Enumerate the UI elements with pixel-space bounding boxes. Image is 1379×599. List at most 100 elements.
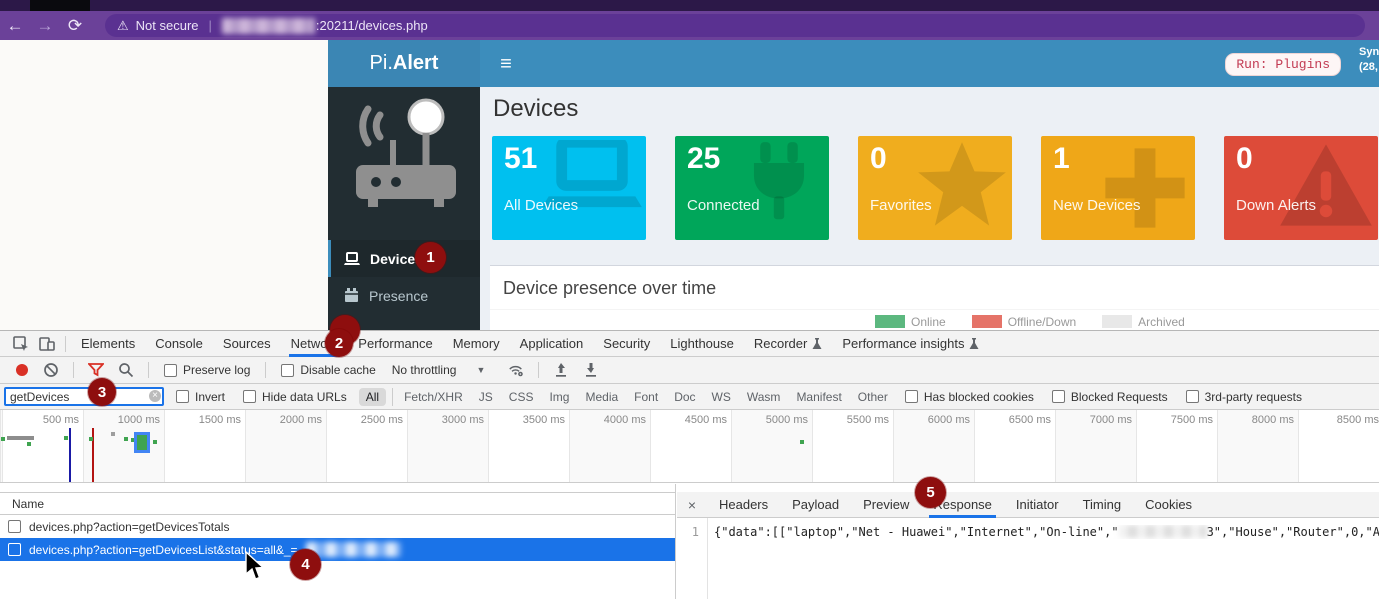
waterfall-dot	[1, 437, 5, 441]
filter-type-font[interactable]: Font	[629, 388, 663, 406]
devtools-tab-elements[interactable]: Elements	[71, 331, 145, 357]
third-party-requests-checkbox[interactable]: 3rd-party requests	[1180, 390, 1308, 404]
back-button[interactable]: ←	[0, 17, 30, 34]
filter-type-doc[interactable]: Doc	[669, 388, 700, 406]
devtools-tab-recorder[interactable]: Recorder	[744, 331, 832, 357]
checkbox[interactable]	[243, 390, 256, 403]
sidebar-toggle-icon[interactable]: ≡	[494, 53, 518, 76]
sidebar-item-label: Presence	[369, 288, 428, 304]
devtools-tab-application[interactable]: Application	[510, 331, 594, 357]
request-name-header[interactable]: Name	[0, 492, 675, 515]
legend-archived[interactable]: Archived	[1102, 315, 1185, 329]
card-favorites[interactable]: 0 Favorites	[858, 136, 1012, 240]
mouse-cursor	[244, 551, 264, 581]
filter-type-img[interactable]: Img	[544, 388, 574, 406]
request-row-devices-list[interactable]: devices.php?action=getDevicesList&status…	[0, 538, 675, 561]
network-toolbar: Preserve log Disable cache No throttling…	[0, 357, 1379, 384]
filter-type-js[interactable]: JS	[474, 388, 498, 406]
waterfall-dot	[124, 437, 128, 441]
request-name: devices.php?action=getDevicesTotals	[29, 520, 229, 534]
browser-tab[interactable]	[30, 0, 90, 11]
record-icon[interactable]	[16, 364, 28, 376]
browser-tabstrip	[0, 0, 1379, 11]
filter-type-all[interactable]: All	[359, 388, 386, 406]
filter-type-css[interactable]: CSS	[504, 388, 539, 406]
response-body[interactable]: 1 {"data":[["laptop","Net - Huawei","Int…	[677, 518, 1379, 599]
sidebar-item-devices[interactable]: Devices	[328, 240, 480, 277]
router-illustration	[338, 95, 470, 225]
checkbox[interactable]	[164, 364, 177, 377]
checkbox[interactable]	[1052, 390, 1065, 403]
import-har-icon[interactable]	[553, 362, 569, 378]
card-all-devices[interactable]: 51 All Devices	[492, 136, 646, 240]
run-plugins-button[interactable]: Run: Plugins	[1225, 53, 1341, 76]
filter-type-other[interactable]: Other	[853, 388, 893, 406]
checkbox[interactable]	[8, 520, 21, 533]
filter-input[interactable]	[4, 387, 164, 406]
forward-button[interactable]: →	[30, 17, 60, 34]
invert-checkbox[interactable]: Invert	[170, 390, 231, 404]
filter-type-ws[interactable]: WS	[707, 388, 736, 406]
filter-type-wasm[interactable]: Wasm	[742, 388, 786, 406]
checkbox[interactable]	[281, 364, 294, 377]
network-overview-timeline[interactable]: 500 ms 1000 ms 1500 ms 2000 ms 2500 ms 3…	[0, 410, 1379, 483]
close-icon[interactable]: ×	[677, 497, 707, 513]
throttling-select[interactable]: No throttling	[386, 363, 463, 377]
checkbox[interactable]	[8, 543, 21, 556]
devtools-tab-sources[interactable]: Sources	[213, 331, 281, 357]
devtools-tab-lighthouse[interactable]: Lighthouse	[660, 331, 744, 357]
card-new-devices[interactable]: 1 New Devices	[1041, 136, 1195, 240]
address-bar[interactable]: ⚠ Not secure | :20211/devices.php	[105, 14, 1365, 37]
has-blocked-cookies-checkbox[interactable]: Has blocked cookies	[899, 390, 1040, 404]
devtools-tab-performance[interactable]: Performance	[348, 331, 442, 357]
preserve-log-checkbox[interactable]: Preserve log	[158, 363, 256, 377]
response-tab-preview[interactable]: Preview	[851, 492, 921, 518]
network-conditions-icon[interactable]	[508, 362, 524, 378]
waterfall-dot	[89, 437, 93, 441]
warning-triangle-icon	[1276, 140, 1376, 232]
response-tab-headers[interactable]: Headers	[707, 492, 780, 518]
filter-type-fetch-xhr[interactable]: Fetch/XHR	[399, 388, 468, 406]
legend-offline[interactable]: Offline/Down	[972, 315, 1076, 329]
checkbox[interactable]	[905, 390, 918, 403]
response-tab-payload[interactable]: Payload	[780, 492, 851, 518]
reload-button[interactable]: ⟳	[60, 17, 90, 34]
devtools-tab-memory[interactable]: Memory	[443, 331, 510, 357]
response-tab-timing[interactable]: Timing	[1071, 492, 1134, 518]
legend-online[interactable]: Online	[875, 315, 946, 329]
card-down-alerts[interactable]: 0 Down Alerts	[1224, 136, 1378, 240]
inspect-element-icon[interactable]	[13, 336, 29, 352]
filter-icon[interactable]	[88, 362, 104, 378]
card-label: Down Alerts	[1236, 197, 1316, 214]
disable-cache-checkbox[interactable]: Disable cache	[275, 363, 381, 377]
export-har-icon[interactable]	[583, 362, 599, 378]
filter-type-manifest[interactable]: Manifest	[791, 388, 846, 406]
sidebar-item-presence[interactable]: Presence	[328, 277, 480, 314]
app-logo[interactable]: Pi.Alert	[328, 40, 480, 87]
chevron-down-icon[interactable]: ▼	[476, 365, 485, 375]
hide-data-urls-checkbox[interactable]: Hide data URLs	[237, 390, 353, 404]
devtools-panel: Elements Console Sources Network Perform…	[0, 330, 1379, 599]
checkbox[interactable]	[1186, 390, 1199, 403]
blocked-requests-checkbox[interactable]: Blocked Requests	[1046, 390, 1174, 404]
device-toolbar-icon[interactable]	[39, 336, 55, 352]
app-navbar: ≡ Run: Plugins Syn (28,	[480, 40, 1379, 87]
devtools-tab-performance-insights[interactable]: Performance insights	[832, 331, 989, 357]
devtools-tab-console[interactable]: Console	[145, 331, 213, 357]
response-tab-initiator[interactable]: Initiator	[1004, 492, 1071, 518]
card-connected[interactable]: 25 Connected	[675, 136, 829, 240]
page-title: Devices	[493, 95, 578, 123]
checkbox[interactable]	[176, 390, 189, 403]
clear-filter-icon[interactable]: ×	[149, 390, 161, 402]
waterfall-bar	[7, 436, 34, 440]
search-icon[interactable]	[118, 362, 134, 378]
devtools-tab-security[interactable]: Security	[593, 331, 660, 357]
response-tab-cookies[interactable]: Cookies	[1133, 492, 1204, 518]
response-json-text: {"data":[["laptop","Net - Huawei","Inter…	[714, 525, 1379, 539]
calendar-icon	[344, 288, 359, 303]
request-row-totals[interactable]: devices.php?action=getDevicesTotals	[0, 515, 675, 538]
clear-icon[interactable]	[43, 362, 59, 378]
selected-request-marker	[134, 432, 150, 453]
card-value: 1	[1053, 142, 1070, 176]
filter-type-media[interactable]: Media	[580, 388, 623, 406]
